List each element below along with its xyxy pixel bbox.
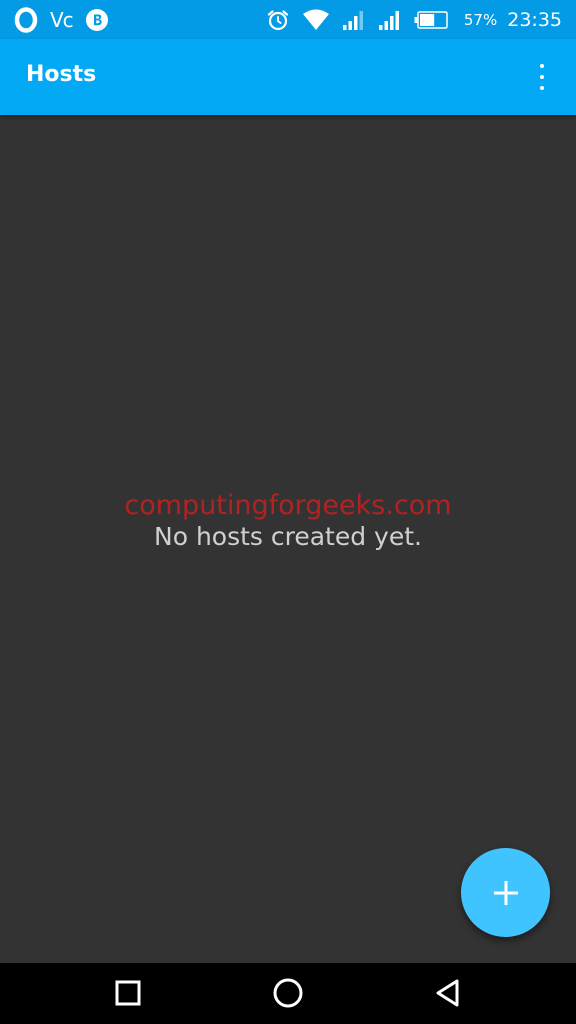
back-icon [436, 979, 459, 1007]
opera-icon [14, 7, 38, 33]
battery-icon [414, 11, 448, 29]
status-bar: Vc 57% 23:35 [0, 0, 576, 39]
clock: 23:35 [507, 9, 562, 31]
volte-icon: Vc [50, 8, 74, 32]
app-bar: Hosts [0, 39, 576, 115]
status-bar-right: 57% 23:35 [266, 5, 562, 35]
wifi-icon [302, 9, 329, 30]
alarm-clock-icon [267, 10, 288, 31]
home-button[interactable] [268, 973, 308, 1013]
more-options-button[interactable] [530, 57, 554, 97]
battery-percent: 57% [463, 11, 498, 29]
signal-icon [378, 11, 399, 30]
home-icon [273, 978, 303, 1008]
recent-apps-icon [115, 980, 141, 1006]
more-vertical-icon [540, 75, 544, 79]
recent-apps-button[interactable] [108, 973, 148, 1013]
plus-icon [493, 880, 518, 905]
page-title: Hosts [26, 62, 97, 87]
back-button[interactable] [428, 973, 468, 1013]
bitcoin-icon [85, 9, 108, 31]
signal-icon [342, 11, 363, 30]
battery-indicator: 57% [414, 11, 497, 29]
more-vertical-icon [540, 86, 544, 90]
watermark: computingforgeeks.com [124, 490, 452, 521]
add-host-button[interactable] [461, 848, 550, 937]
empty-state-message: No hosts created yet. [154, 522, 422, 551]
navigation-bar [0, 963, 576, 1024]
status-bar-left: Vc [14, 5, 109, 35]
more-vertical-icon [540, 64, 544, 68]
